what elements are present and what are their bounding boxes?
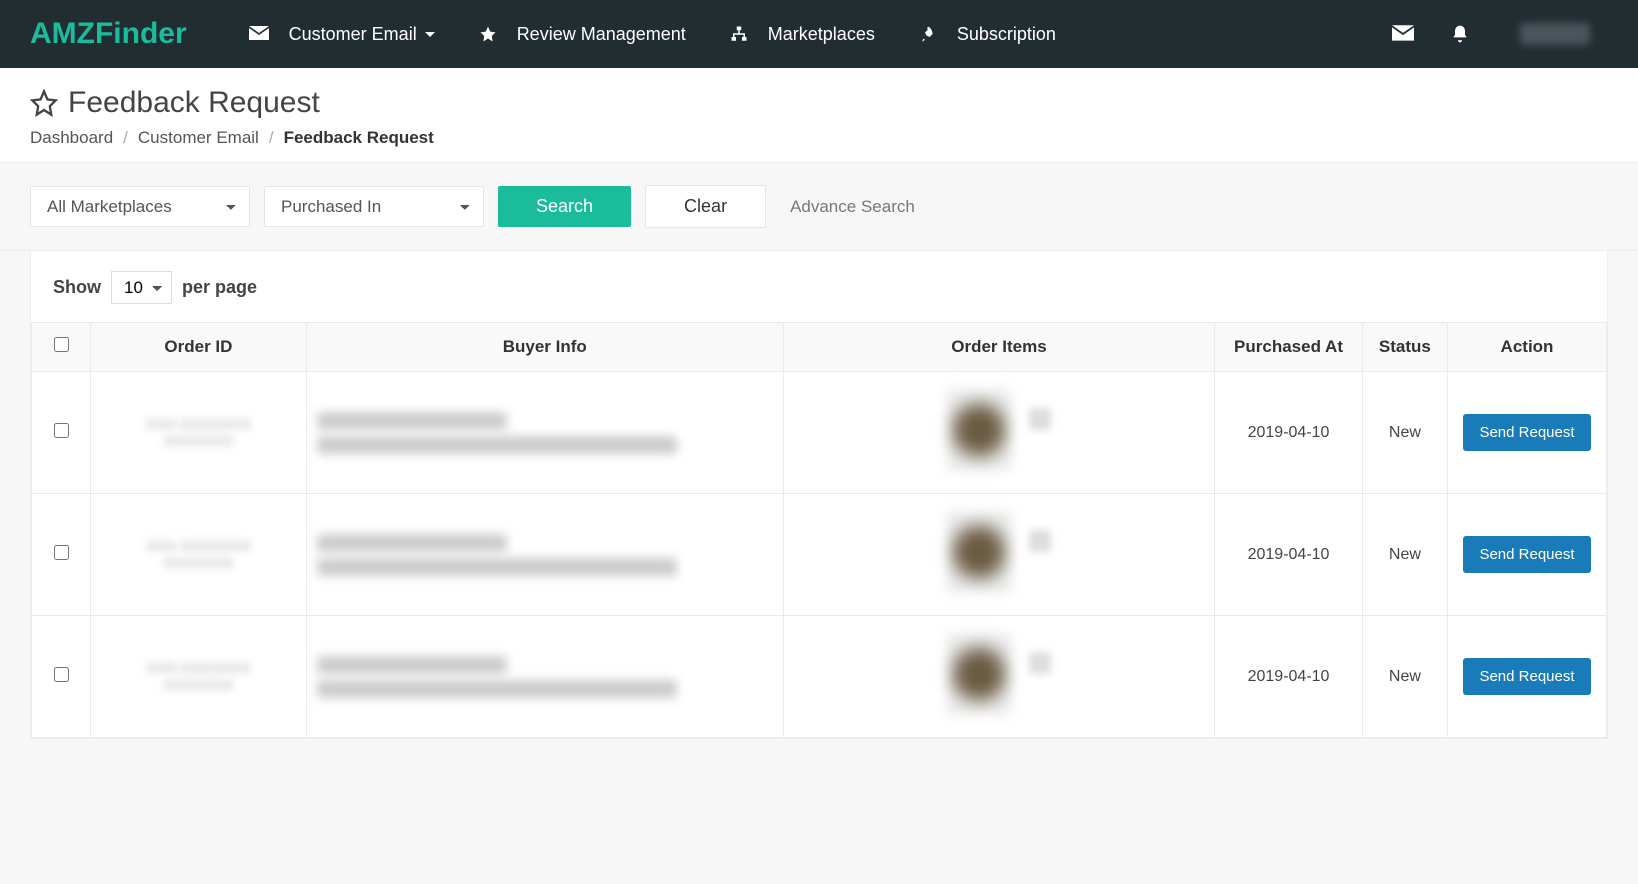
purchased-at-cell: 2019-04-10 bbox=[1215, 494, 1363, 616]
nav-subscription[interactable]: Subscription bbox=[897, 0, 1078, 68]
send-request-button[interactable]: Send Request bbox=[1463, 658, 1590, 695]
item-qty-blurred bbox=[1029, 652, 1051, 674]
row-checkbox[interactable] bbox=[54, 423, 69, 438]
nav-messages[interactable] bbox=[1374, 0, 1432, 68]
brand-logo[interactable]: AMZFinder bbox=[30, 17, 187, 51]
show-label: Show bbox=[53, 277, 101, 298]
status-cell: New bbox=[1362, 616, 1447, 738]
item-qty-blurred bbox=[1029, 408, 1051, 430]
breadcrumb-sep: / bbox=[269, 128, 274, 148]
col-order-id: Order ID bbox=[91, 323, 307, 372]
nav-subscription-label: Subscription bbox=[957, 24, 1056, 45]
col-buyer-info: Buyer Info bbox=[306, 323, 783, 372]
star-icon bbox=[479, 25, 497, 43]
col-action: Action bbox=[1447, 323, 1606, 372]
buyer-email-blurred bbox=[317, 558, 677, 576]
col-select-all bbox=[32, 323, 91, 372]
page-title-text: Feedback Request bbox=[68, 86, 320, 120]
nav-right bbox=[1374, 0, 1608, 68]
rocket-icon bbox=[919, 25, 937, 43]
table-row: XXX-XXXXXXXXXXXXXX 2019-04-10 New Send R… bbox=[32, 372, 1607, 494]
nav-customer-email-label: Customer Email bbox=[289, 24, 417, 45]
send-request-button[interactable]: Send Request bbox=[1463, 536, 1590, 573]
top-navbar: AMZFinder Customer Email Review Manageme… bbox=[0, 0, 1638, 68]
buyer-email-blurred bbox=[317, 680, 677, 698]
breadcrumb: Dashboard / Customer Email / Feedback Re… bbox=[30, 128, 1608, 148]
envelope-icon bbox=[249, 26, 269, 42]
filter-bar: All Marketplaces Purchased In Search Cle… bbox=[0, 163, 1638, 251]
content-panel: Show 10 per page Order ID Buyer Info Ord… bbox=[30, 251, 1608, 739]
item-thumbnail-blurred bbox=[947, 634, 1011, 714]
buyer-name-blurred bbox=[317, 656, 507, 674]
star-outline-icon bbox=[30, 89, 58, 117]
breadcrumb-current: Feedback Request bbox=[284, 128, 434, 148]
item-qty-blurred bbox=[1029, 530, 1051, 552]
order-id-blurred: XXX-XXXXXXXXXXXXXX bbox=[101, 660, 296, 694]
page-title: Feedback Request bbox=[30, 86, 1608, 120]
purchased-in-select[interactable]: Purchased In bbox=[264, 186, 484, 227]
breadcrumb-sep: / bbox=[123, 128, 128, 148]
clear-button[interactable]: Clear bbox=[645, 185, 766, 228]
table-row: XXX-XXXXXXXXXXXXXX 2019-04-10 New Send R… bbox=[32, 494, 1607, 616]
buyer-email-blurred bbox=[317, 436, 677, 454]
table-row: XXX-XXXXXXXXXXXXXX 2019-04-10 New Send R… bbox=[32, 616, 1607, 738]
page-header: Feedback Request Dashboard / Customer Em… bbox=[0, 68, 1638, 163]
orders-table: Order ID Buyer Info Order Items Purchase… bbox=[31, 322, 1607, 738]
row-checkbox[interactable] bbox=[54, 545, 69, 560]
send-request-button[interactable]: Send Request bbox=[1463, 414, 1590, 451]
sitemap-icon bbox=[730, 25, 748, 43]
advance-search-link[interactable]: Advance Search bbox=[790, 197, 915, 217]
chevron-down-icon bbox=[425, 32, 435, 37]
select-all-checkbox[interactable] bbox=[54, 337, 69, 352]
col-status: Status bbox=[1362, 323, 1447, 372]
col-order-items: Order Items bbox=[783, 323, 1215, 372]
marketplace-select[interactable]: All Marketplaces bbox=[30, 186, 250, 227]
table-header-row: Order ID Buyer Info Order Items Purchase… bbox=[32, 323, 1607, 372]
nav-notifications[interactable] bbox=[1432, 0, 1488, 68]
breadcrumb-dashboard[interactable]: Dashboard bbox=[30, 128, 113, 148]
row-checkbox[interactable] bbox=[54, 667, 69, 682]
order-id-blurred: XXX-XXXXXXXXXXXXXX bbox=[101, 538, 296, 572]
item-thumbnail-blurred bbox=[947, 512, 1011, 592]
envelope-icon bbox=[1392, 25, 1414, 43]
nav-marketplaces-label: Marketplaces bbox=[768, 24, 875, 45]
purchased-at-cell: 2019-04-10 bbox=[1215, 372, 1363, 494]
per-page-select[interactable]: 10 bbox=[111, 271, 172, 304]
nav-review-management[interactable]: Review Management bbox=[457, 0, 708, 68]
buyer-name-blurred bbox=[317, 534, 507, 552]
status-cell: New bbox=[1362, 372, 1447, 494]
breadcrumb-customer-email[interactable]: Customer Email bbox=[138, 128, 259, 148]
bell-icon bbox=[1450, 23, 1470, 45]
item-thumbnail-blurred bbox=[947, 390, 1011, 470]
nav-review-management-label: Review Management bbox=[517, 24, 686, 45]
purchased-at-cell: 2019-04-10 bbox=[1215, 616, 1363, 738]
status-cell: New bbox=[1362, 494, 1447, 616]
per-page-label: per page bbox=[182, 277, 257, 298]
nav-user-menu[interactable] bbox=[1488, 0, 1608, 68]
per-page-control: Show 10 per page bbox=[31, 271, 1607, 322]
user-name-blurred bbox=[1520, 23, 1590, 45]
buyer-name-blurred bbox=[317, 412, 507, 430]
order-id-blurred: XXX-XXXXXXXXXXXXXX bbox=[101, 416, 296, 450]
search-button[interactable]: Search bbox=[498, 186, 631, 227]
nav-marketplaces[interactable]: Marketplaces bbox=[708, 0, 897, 68]
col-purchased-at: Purchased At bbox=[1215, 323, 1363, 372]
nav-customer-email[interactable]: Customer Email bbox=[227, 0, 457, 68]
